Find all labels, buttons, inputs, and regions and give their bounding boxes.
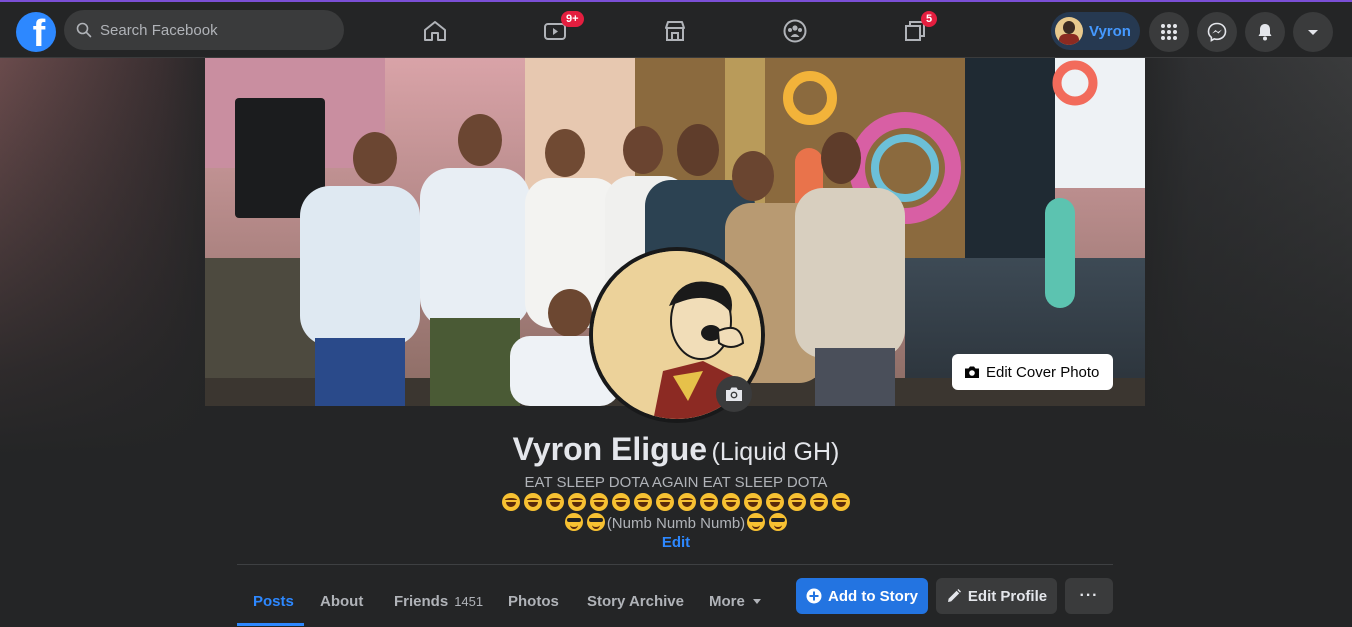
add-to-story-label: Add to Story [828, 587, 918, 605]
search-box[interactable] [64, 10, 344, 50]
profile-shortcut-name: Vyron [1089, 22, 1131, 40]
profile-bio-line: EAT SLEEP DOTA AGAIN EAT SLEEP DOTA [524, 474, 828, 491]
home-tab[interactable] [380, 10, 490, 52]
more-options-button[interactable]: ··· [1065, 578, 1113, 614]
top-navigation-bar: f 9+ [0, 0, 1352, 58]
bio-emoji-row [0, 493, 1352, 514]
laughing-emoji-icon [612, 493, 630, 511]
profile-bio-text: (Numb Numb Numb) [606, 515, 746, 532]
profile-name: Vyron Eligue [512, 431, 708, 467]
watch-notification-badge: 9+ [561, 11, 584, 27]
add-to-story-button[interactable]: Add to Story [796, 578, 928, 614]
profile-shortcut[interactable]: Vyron [1051, 12, 1140, 50]
tab-friends[interactable]: Friends 1451 [378, 576, 499, 626]
tab-label: More [709, 592, 745, 610]
laughing-emoji-icon [656, 493, 674, 511]
tab-story-archive[interactable]: Story Archive [571, 576, 700, 626]
caret-down-icon [1308, 30, 1318, 35]
account-menu-button[interactable] [1293, 12, 1333, 52]
active-tab-indicator [237, 623, 304, 626]
laughing-emoji-icon [810, 493, 828, 511]
laughing-emoji-icon [700, 493, 718, 511]
header-divider [237, 564, 1113, 565]
edit-cover-photo-label: Edit Cover Photo [986, 363, 1100, 381]
laughing-emoji-icon [744, 493, 762, 511]
tab-posts[interactable]: Posts [237, 576, 310, 626]
messenger-icon [1207, 22, 1227, 42]
laughing-emoji-icon [524, 493, 542, 511]
gaming-tab[interactable] [860, 10, 970, 52]
edit-cover-photo-button[interactable]: Edit Cover Photo [952, 354, 1113, 390]
laughing-emoji-icon [722, 493, 740, 511]
camera-icon [726, 387, 742, 401]
edit-profile-label: Edit Profile [967, 587, 1048, 605]
marketplace-tab[interactable] [620, 10, 730, 52]
laughing-emoji-icon [766, 493, 784, 511]
avatar [1055, 17, 1083, 45]
plus-circle-icon [806, 588, 822, 604]
grid-menu-icon [1161, 24, 1177, 40]
profile-name-heading: Vyron Eligue (Liquid GH) [0, 431, 1352, 468]
sunglasses-emoji-icon [769, 513, 788, 531]
facebook-logo[interactable]: f [16, 12, 56, 52]
sunglasses-emoji-icon [747, 513, 766, 531]
tab-photos[interactable]: Photos [492, 576, 575, 626]
laughing-emoji-icon [634, 493, 652, 511]
search-input[interactable] [100, 21, 320, 39]
laughing-emoji-icon [546, 493, 564, 511]
sunglasses-emoji-icon [564, 513, 583, 531]
edit-bio-link: Edit [0, 534, 1352, 551]
chevron-down-icon [752, 598, 761, 604]
groups-icon [783, 19, 807, 43]
profile-alternate-name: (Liquid GH) [711, 438, 840, 466]
tab-more[interactable]: More [693, 576, 777, 626]
menu-button[interactable] [1149, 12, 1189, 52]
laughing-emoji-icon [590, 493, 608, 511]
tab-label: Photos [508, 592, 559, 610]
laughing-emoji-icon [788, 493, 806, 511]
facebook-logo-letter: f [32, 13, 46, 52]
laughing-emoji-icon [832, 493, 850, 511]
tab-label: Friends [394, 592, 449, 610]
pencil-icon [947, 589, 961, 602]
sunglasses-emoji-icon [586, 513, 605, 531]
camera-icon [965, 366, 979, 378]
tab-label: Posts [253, 592, 294, 610]
tab-label: Story Archive [587, 592, 684, 610]
friends-count: 1451 [454, 593, 484, 609]
marketplace-icon [665, 21, 685, 41]
bio-emoji-row: (Numb Numb Numb) [0, 513, 1352, 534]
laughing-emoji-icon [678, 493, 696, 511]
messenger-button[interactable] [1197, 12, 1237, 52]
tab-about[interactable]: About [304, 576, 379, 626]
search-icon [76, 22, 92, 38]
edit-profile-button[interactable]: Edit Profile [936, 578, 1057, 614]
home-icon [424, 21, 446, 41]
more-options-icon: ··· [1079, 587, 1099, 604]
tab-label: About [320, 592, 364, 610]
pages-notification-badge: 5 [921, 11, 938, 27]
bell-icon [1258, 24, 1272, 41]
notifications-button[interactable] [1245, 12, 1285, 52]
update-profile-picture-button[interactable] [716, 376, 752, 412]
edit-bio-link-label[interactable]: Edit [662, 534, 690, 551]
laughing-emoji-icon [502, 493, 520, 511]
laughing-emoji-icon [568, 493, 586, 511]
watch-tab[interactable] [500, 10, 610, 52]
groups-tab[interactable] [740, 10, 850, 52]
